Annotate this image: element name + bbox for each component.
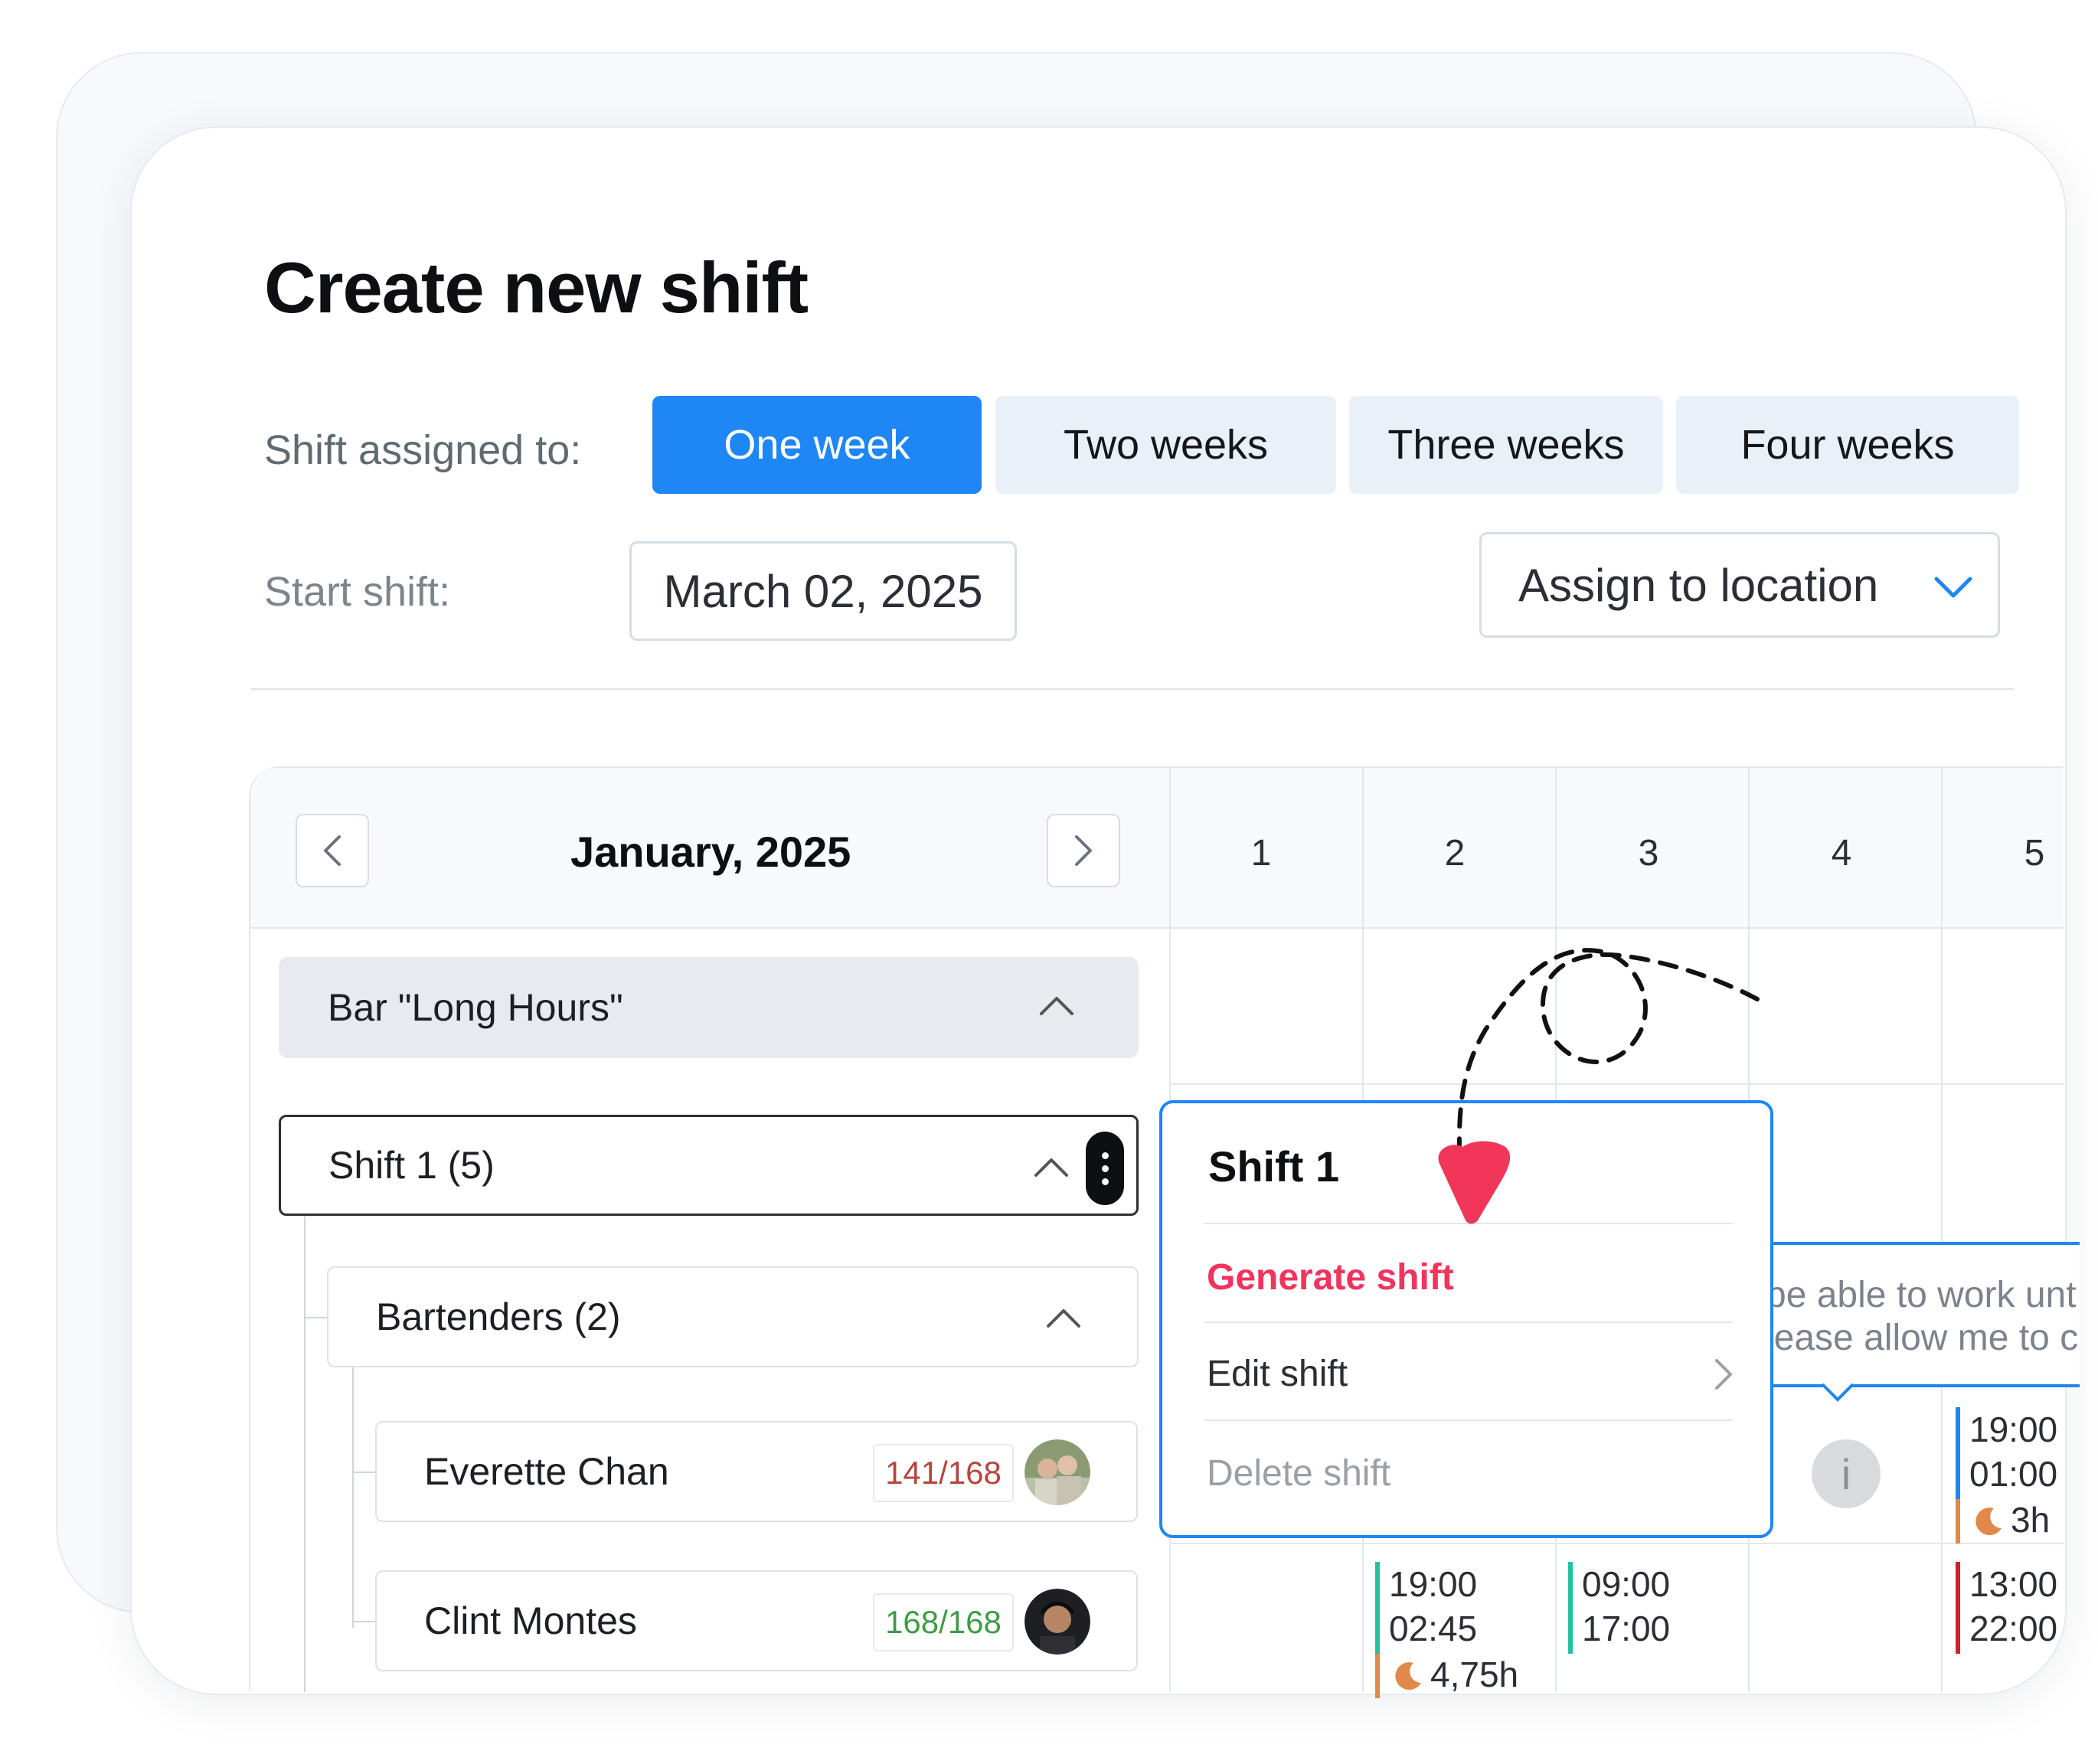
tree-line <box>352 1621 375 1622</box>
day-header-3[interactable]: 3 <box>1626 832 1672 874</box>
calendar-header <box>250 766 2064 929</box>
role-name: Bartenders (2) <box>376 1295 621 1338</box>
tooltip-line-2: lease allow me to c <box>1773 1318 2079 1358</box>
moon-icon <box>1395 1662 1421 1690</box>
shift-name: Shift 1 (5) <box>328 1144 495 1187</box>
grid-line <box>1941 767 1943 1692</box>
status-bar <box>1375 1654 1380 1698</box>
hours-badge: 141/168 <box>873 1444 1014 1502</box>
shift-start-time: 13:00 <box>1969 1564 2058 1604</box>
menu-divider <box>1204 1419 1733 1421</box>
day-header-4[interactable]: 4 <box>1819 832 1864 874</box>
night-hours: 4,75h <box>1430 1655 1519 1694</box>
chevron-up-icon[interactable] <box>1045 1306 1082 1331</box>
shift-start-time: 09:00 <box>1582 1564 1671 1604</box>
shift-start-time: 19:00 <box>1389 1564 1478 1604</box>
employee-row[interactable]: Everette Chan 141/168 <box>375 1421 1138 1522</box>
status-bar <box>1375 1562 1380 1654</box>
tree-line <box>304 1216 306 1692</box>
night-hours: 3h <box>2011 1500 2051 1540</box>
calendar-month-title: January, 2025 <box>570 828 851 876</box>
generate-shift-button[interactable]: Generate shift <box>1207 1256 1454 1298</box>
tree-line <box>352 1472 375 1473</box>
tree-line <box>304 1317 327 1318</box>
moon-icon <box>1975 1508 2002 1536</box>
location-name: Bar "Long Hours" <box>328 986 623 1029</box>
edit-shift-button[interactable]: Edit shift <box>1207 1353 1348 1395</box>
info-icon[interactable]: i <box>1812 1439 1881 1508</box>
more-options-icon[interactable] <box>1086 1132 1124 1205</box>
shift-end-time: 17:00 <box>1582 1609 1671 1648</box>
calendar-grid <box>249 766 2064 1692</box>
tooltip-line-1: be able to work unt <box>1773 1275 2077 1315</box>
chevron-right-icon <box>1715 1359 1732 1390</box>
day-header-1[interactable]: 1 <box>1238 832 1284 874</box>
menu-title: Shift 1 <box>1208 1142 1340 1191</box>
status-bar <box>1956 1407 1960 1499</box>
day-header-2[interactable]: 2 <box>1432 832 1478 874</box>
status-bar <box>1956 1499 1960 1544</box>
chevron-left-icon <box>324 835 341 866</box>
tooltip-arrow <box>1821 1383 1855 1402</box>
shift-start-time: 19:00 <box>1969 1410 2058 1449</box>
menu-divider <box>1204 1321 1733 1323</box>
chevron-right-icon <box>1075 835 1092 866</box>
next-month-button[interactable] <box>1047 814 1120 887</box>
chevron-up-icon[interactable] <box>1033 1155 1070 1180</box>
grid-line <box>1169 1543 2064 1544</box>
tree-line <box>352 1367 354 1628</box>
shift-group-header[interactable]: Shift 1 (5) <box>279 1115 1139 1216</box>
delete-shift-button[interactable]: Delete shift <box>1207 1452 1390 1494</box>
chevron-up-icon[interactable] <box>1038 994 1075 1018</box>
avatar <box>1024 1439 1090 1505</box>
day-header-5[interactable]: 5 <box>2011 832 2057 874</box>
location-group-header[interactable]: Bar "Long Hours" <box>279 957 1139 1058</box>
status-bar <box>1956 1562 1960 1654</box>
employee-name: Everette Chan <box>424 1450 669 1493</box>
hours-badge: 168/168 <box>873 1593 1014 1651</box>
employee-row[interactable]: Clint Montes 168/168 <box>375 1570 1138 1671</box>
role-group-header[interactable]: Bartenders (2) <box>327 1266 1139 1367</box>
prev-month-button[interactable] <box>296 814 369 887</box>
employee-name: Clint Montes <box>424 1599 637 1642</box>
avatar <box>1024 1589 1090 1655</box>
shift-end-time: 01:00 <box>1969 1454 2058 1494</box>
shift-end-time: 02:45 <box>1389 1609 1478 1648</box>
status-bar <box>1568 1562 1573 1654</box>
note-tooltip: be able to work unt lease allow me to c <box>1773 1242 2080 1387</box>
shift-end-time: 22:00 <box>1969 1609 2058 1648</box>
cursor-pointer-icon <box>1438 1141 1511 1224</box>
